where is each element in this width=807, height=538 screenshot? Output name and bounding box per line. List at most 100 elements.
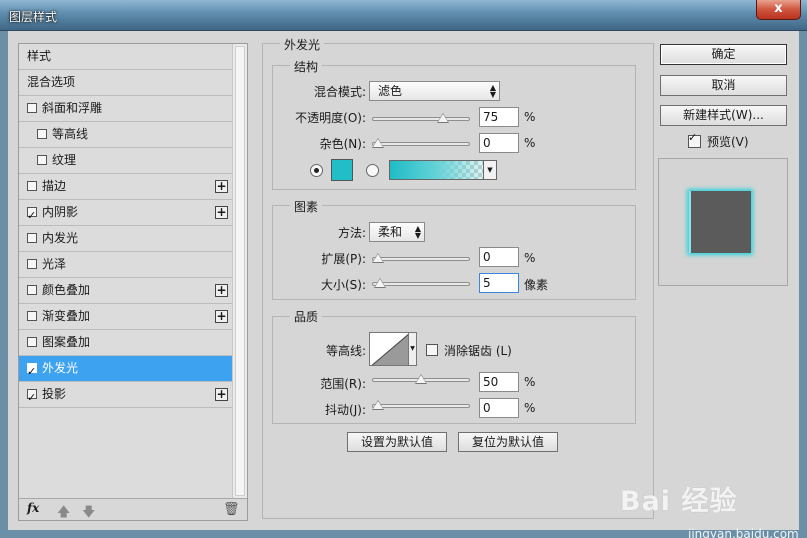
style-checkbox[interactable] (27, 259, 37, 269)
style-checkbox[interactable] (27, 311, 37, 321)
noise-slider[interactable] (372, 142, 470, 146)
updown-icon: ▲ ▼ (414, 224, 421, 240)
style-item[interactable]: 光泽 (19, 252, 232, 278)
style-checkbox[interactable] (27, 285, 37, 295)
style-checkbox[interactable] (27, 337, 37, 347)
jitter-slider[interactable] (372, 404, 470, 408)
method-select[interactable]: 柔和 ▲ ▼ (369, 222, 425, 242)
contour-picker[interactable] (369, 332, 409, 366)
noise-label: 杂色(N): (319, 137, 366, 151)
style-item-label: 内阴影 (42, 205, 79, 219)
move-up-icon[interactable]: 🡅 (57, 503, 70, 525)
style-item[interactable]: 内发光 (19, 226, 232, 252)
preview-checkbox[interactable] (688, 131, 701, 148)
preview-box (658, 158, 788, 286)
baidu-watermark-url: jingyan.baidu.com (688, 527, 799, 538)
title-bar: 图层样式 x (0, 0, 807, 31)
new-style-button[interactable]: 新建样式(W)... (660, 105, 787, 126)
range-unit: % (524, 375, 536, 389)
updown-icon: ▲ ▼ (489, 83, 496, 99)
chevron-down-icon[interactable]: ▼ (483, 160, 497, 180)
jitter-input[interactable]: 0 (479, 398, 519, 418)
style-item-label: 斜面和浮雕 (42, 101, 103, 115)
add-style-icon[interactable]: + (215, 206, 228, 219)
preview-thumbnail (689, 191, 751, 253)
blend-mode-select[interactable]: 滤色 ▲ ▼ (369, 81, 500, 101)
style-checkbox[interactable] (27, 359, 37, 384)
noise-input[interactable]: 0 (479, 133, 519, 153)
range-slider-thumb[interactable] (415, 374, 427, 384)
style-checkbox[interactable] (37, 155, 47, 165)
cancel-button[interactable]: 取消 (660, 75, 787, 96)
style-item[interactable]: 外发光 (19, 356, 232, 384)
style-item[interactable]: 图案叠加 (19, 330, 232, 356)
add-style-icon[interactable]: + (215, 180, 228, 193)
style-item-label: 等高线 (52, 127, 89, 141)
window-title: 图层样式 (9, 10, 58, 24)
style-item[interactable]: 渐变叠加 + (19, 304, 232, 330)
opacity-slider-thumb[interactable] (436, 113, 449, 123)
style-item-label: 光泽 (42, 257, 67, 271)
style-checkbox[interactable] (27, 385, 37, 410)
style-item-label: 纹理 (52, 153, 77, 167)
style-item[interactable]: 颜色叠加 + (19, 278, 232, 304)
style-item-label: 样式 (27, 49, 52, 63)
chevron-down-icon[interactable]: ▼ (409, 332, 417, 366)
move-down-icon[interactable]: 🡇 (82, 503, 95, 525)
spread-slider[interactable] (372, 257, 470, 261)
style-item[interactable]: 样式 (19, 44, 232, 70)
fx-icon[interactable]: fx (27, 501, 39, 515)
spread-input[interactable]: 0 (479, 247, 519, 267)
size-slider[interactable] (372, 282, 470, 286)
style-checkbox[interactable] (27, 233, 37, 243)
range-label: 范围(R): (320, 377, 366, 391)
style-checkbox[interactable] (27, 181, 37, 191)
dialog-body: 样式混合选项斜面和浮雕等高线纹理描边 + 内阴影 + 内发光光泽颜色叠加 + 渐变叠加 + 图案… (8, 31, 799, 538)
jitter-slider-thumb[interactable] (372, 400, 384, 410)
opacity-slider[interactable] (372, 117, 470, 121)
style-item[interactable]: 描边 + (19, 174, 232, 200)
antialias-checkbox[interactable] (426, 344, 438, 356)
styles-footer: fx 🡅 🡇 🗑 (19, 498, 247, 520)
style-item[interactable]: 投影 + (19, 382, 232, 410)
style-item[interactable]: 混合选项 (19, 70, 232, 96)
blend-mode-label: 混合模式: (313, 85, 366, 99)
trash-icon[interactable]: 🗑 (223, 502, 240, 517)
ok-button[interactable]: 确定 (660, 44, 787, 65)
styles-scroll-thumb[interactable] (235, 46, 245, 496)
method-value: 柔和 (378, 225, 403, 239)
range-input[interactable]: 50 (479, 372, 519, 392)
jitter-label: 抖动(J): (325, 403, 366, 417)
close-button[interactable]: x (756, 0, 801, 20)
baidu-watermark-logo: Bai 经验 (620, 486, 738, 517)
style-item[interactable]: 等高线 (19, 122, 232, 148)
gradient-radio[interactable] (366, 164, 379, 177)
style-checkbox[interactable] (27, 103, 37, 113)
set-default-button[interactable]: 设置为默认值 (347, 432, 447, 452)
contour-curve-icon (371, 334, 408, 365)
style-item-label: 投影 (42, 387, 67, 401)
style-item-label: 渐变叠加 (42, 309, 91, 323)
reset-default-button[interactable]: 复位为默认值 (458, 432, 558, 452)
spread-slider-thumb[interactable] (372, 253, 384, 263)
glow-color-swatch[interactable] (331, 159, 353, 181)
styles-list: 样式混合选项斜面和浮雕等高线纹理描边 + 内阴影 + 内发光光泽颜色叠加 + 渐变叠加 + 图案… (19, 44, 232, 498)
opacity-input[interactable]: 75 (479, 107, 519, 127)
style-checkbox[interactable] (27, 203, 37, 228)
glow-gradient-picker[interactable]: ▼ (389, 160, 497, 180)
style-checkbox[interactable] (37, 129, 47, 139)
noise-slider-thumb[interactable] (372, 138, 384, 148)
size-slider-thumb[interactable] (373, 278, 386, 288)
elements-title: 图素 (290, 198, 323, 215)
size-input[interactable]: 5 (479, 273, 519, 293)
add-style-icon[interactable]: + (215, 310, 228, 323)
contour-label: 等高线: (325, 344, 366, 358)
style-item-label: 外发光 (42, 361, 79, 375)
style-item[interactable]: 纹理 (19, 148, 232, 174)
add-style-icon[interactable]: + (215, 284, 228, 297)
style-item[interactable]: 斜面和浮雕 (19, 96, 232, 122)
style-item[interactable]: 内阴影 + (19, 200, 232, 228)
solid-color-radio[interactable] (310, 164, 323, 177)
style-item-label: 混合选项 (27, 75, 76, 89)
add-style-icon[interactable]: + (215, 388, 228, 401)
